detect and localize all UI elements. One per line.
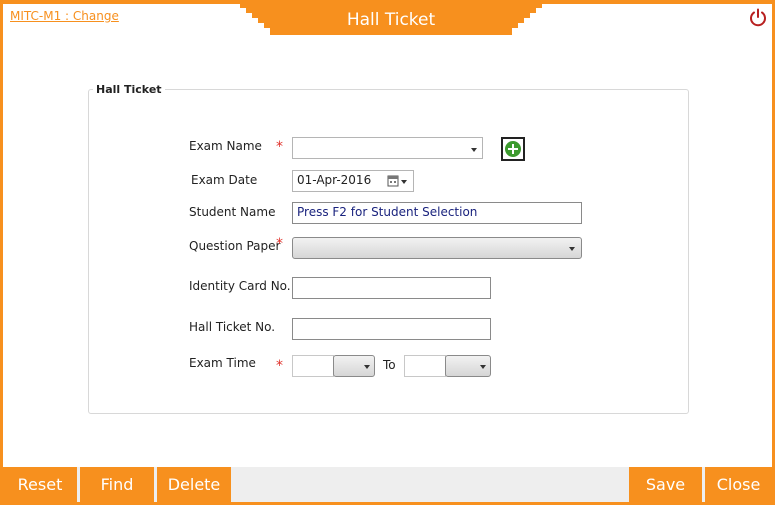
hall-ticket-no-label: Hall Ticket No. <box>189 320 276 334</box>
company-change-link[interactable]: MITC-M1 : Change <box>10 9 119 23</box>
close-button[interactable]: Close <box>705 467 772 502</box>
exam-date-picker[interactable]: 01-Apr-2016 <box>292 170 414 192</box>
chevron-down-icon <box>480 365 486 369</box>
question-paper-select[interactable] <box>292 237 582 259</box>
exam-time-label: Exam Time <box>189 356 256 370</box>
calendar-icon[interactable] <box>387 175 409 188</box>
question-paper-required-marker: * <box>276 236 283 252</box>
exam-date-label: Exam Date <box>191 173 258 187</box>
exam-name-select[interactable] <box>292 137 483 159</box>
exam-name-required-marker: * <box>276 139 283 155</box>
chevron-down-icon <box>569 247 575 251</box>
exam-time-from-input[interactable] <box>292 355 334 377</box>
plus-circle-icon <box>505 141 521 157</box>
reset-button[interactable]: Reset <box>3 467 77 502</box>
identity-card-label: Identity Card No. <box>189 279 291 293</box>
exam-time-to-label: To <box>383 358 396 372</box>
exam-time-required-marker: * <box>276 358 283 374</box>
hall-ticket-no-input[interactable] <box>292 318 491 340</box>
power-icon[interactable] <box>747 7 769 29</box>
exam-time-to-input[interactable] <box>404 355 446 377</box>
delete-button[interactable]: Delete <box>157 467 231 502</box>
student-name-input[interactable]: Press F2 for Student Selection <box>292 202 582 224</box>
save-button[interactable]: Save <box>629 467 702 502</box>
group-title: Hall Ticket <box>96 83 162 96</box>
find-button[interactable]: Find <box>80 467 154 502</box>
identity-card-input[interactable] <box>292 277 491 299</box>
student-name-value: Press F2 for Student Selection <box>297 205 478 219</box>
question-paper-label: Question Paper <box>189 239 281 253</box>
chevron-down-icon <box>364 365 370 369</box>
add-exam-button[interactable] <box>501 137 525 161</box>
exam-time-from-select[interactable] <box>333 355 375 377</box>
page-title: Hall Ticket <box>346 10 436 30</box>
exam-time-to-select[interactable] <box>445 355 491 377</box>
exam-date-value: 01-Apr-2016 <box>297 173 372 187</box>
student-name-label: Student Name <box>189 205 276 219</box>
chevron-down-icon <box>471 148 477 152</box>
exam-name-label: Exam Name <box>189 139 262 153</box>
header-tab: Hall Ticket <box>240 4 542 35</box>
